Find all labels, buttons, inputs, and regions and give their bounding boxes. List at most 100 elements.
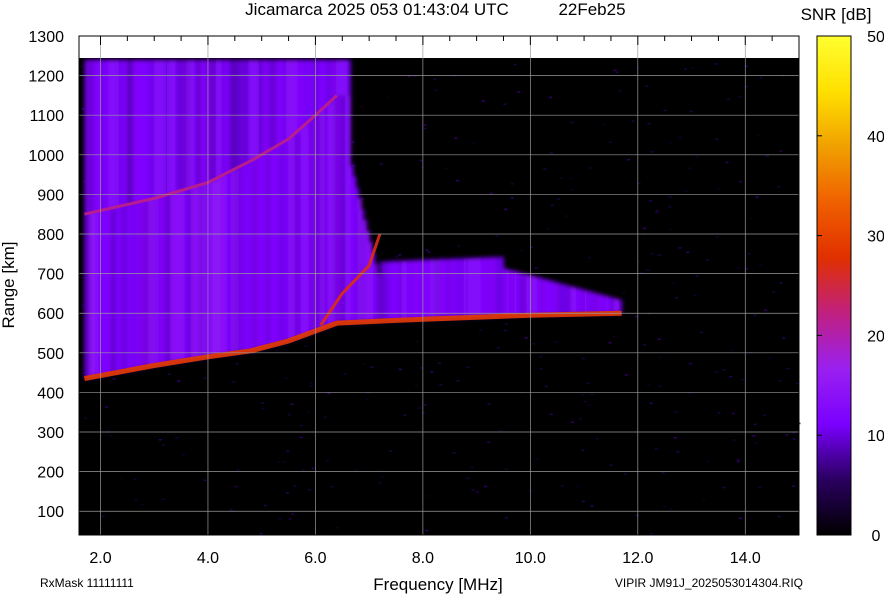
noise-speckle-dot <box>423 404 427 406</box>
y-tick-label: 600 <box>37 306 64 323</box>
noise-speckle-dot <box>668 206 672 208</box>
noise-speckle-dot <box>203 479 207 481</box>
noise-speckle-dot <box>503 103 507 105</box>
noise-speckle-dot <box>534 458 538 460</box>
noise-speckle-dot <box>622 291 626 294</box>
noise-speckle-dot <box>657 338 661 340</box>
noise-speckle-dot <box>379 163 383 165</box>
noise-speckle-dot <box>311 467 315 470</box>
noise-speckle-dot <box>106 429 110 431</box>
noise-speckle-dot <box>722 486 726 489</box>
x-axis-label: Frequency [MHz] <box>373 575 502 594</box>
noise-speckle-dot <box>456 179 460 182</box>
noise-speckle-dot <box>278 518 282 520</box>
noise-speckle-dot <box>792 485 795 487</box>
noise-speckle-dot <box>586 382 590 384</box>
noise-speckle-dot <box>741 378 745 381</box>
noise-speckle-dot <box>661 472 665 474</box>
noise-speckle-dot <box>571 188 575 191</box>
noise-speckle-dot <box>657 254 661 257</box>
noise-speckle-dot <box>609 464 613 466</box>
noise-speckle-dot <box>631 120 635 122</box>
noise-speckle-dot <box>275 349 279 352</box>
noise-speckle-dot <box>688 167 692 169</box>
noise-speckle-dot <box>389 450 392 452</box>
noise-speckle-dot <box>777 186 781 188</box>
noise-speckle-dot <box>423 124 427 126</box>
noise-speckle-dot <box>496 346 500 349</box>
colorbar-label: SNR [dB] <box>801 5 872 24</box>
source-file-label: VIPIR JM91J_2025053014304.RIQ <box>615 576 803 590</box>
noise-speckle-dot <box>716 188 720 190</box>
noise-speckle-dot <box>570 421 574 423</box>
noise-speckle-dot <box>423 127 427 130</box>
noise-speckle-dot <box>134 498 138 501</box>
noise-speckle-dot <box>655 210 659 212</box>
noise-speckle-dot <box>101 515 105 518</box>
ionogram-chart: Jicamarca 2025 053 01:43:04 UTC 22Feb25 … <box>0 0 884 594</box>
y-tick-label: 300 <box>37 425 64 442</box>
noise-speckle-dot <box>646 269 650 271</box>
noise-speckle-dot <box>691 67 695 69</box>
noise-speckle-dot <box>650 252 654 255</box>
noise-speckle-dot <box>581 357 585 360</box>
noise-speckle-dot <box>693 294 697 297</box>
noise-speckle-dot <box>686 251 690 254</box>
noise-speckle-dot <box>510 197 514 199</box>
noise-speckle-dot <box>569 177 573 180</box>
noise-speckle-dot <box>637 182 641 185</box>
noise-speckle-dot <box>627 159 630 161</box>
noise-speckle-dot <box>753 423 757 426</box>
noise-speckle-dot <box>395 255 399 258</box>
noise-speckle-dot <box>584 400 587 403</box>
noise-speckle-dot <box>430 371 434 373</box>
noise-speckle-dot <box>286 492 289 494</box>
noise-speckle-dot <box>362 363 366 365</box>
noise-speckle-dot <box>495 235 499 237</box>
noise-speckle-dot <box>121 477 125 480</box>
noise-speckle-dot <box>487 403 491 405</box>
noise-speckle-dot <box>415 341 419 343</box>
noise-speckle-dot <box>277 461 281 463</box>
noise-speckle-dot <box>302 468 305 471</box>
noise-speckle-dot <box>699 331 703 334</box>
noise-speckle-dot <box>483 485 487 488</box>
chart-title: Jicamarca 2025 053 01:43:04 UTC <box>245 0 509 19</box>
noise-speckle-dot <box>559 177 563 179</box>
noise-speckle-dot <box>588 256 592 259</box>
noise-speckle-dot <box>650 151 654 153</box>
noise-speckle-dot <box>655 211 658 214</box>
noise-speckle-dot <box>435 89 439 91</box>
noise-speckle-dot <box>482 100 485 102</box>
noise-speckle-dot <box>235 362 239 365</box>
noise-speckle-dot <box>549 152 553 154</box>
y-tick-label: 800 <box>37 227 64 244</box>
noise-speckle-dot <box>647 122 651 125</box>
noise-speckle-dot <box>504 517 508 519</box>
noise-speckle-dot <box>549 413 553 416</box>
noise-speckle-dot <box>524 337 528 339</box>
noise-speckle-dot <box>519 249 523 251</box>
noise-speckle-dot <box>717 412 721 414</box>
noise-speckle-dot <box>749 217 753 220</box>
noise-speckle-dot <box>543 168 547 170</box>
noise-speckle-dot <box>365 398 369 400</box>
noise-speckle-dot <box>307 489 311 491</box>
noise-speckle-dot <box>645 85 649 87</box>
noise-speckle-dot <box>689 110 693 113</box>
noise-speckle-dot <box>290 403 294 405</box>
noise-speckle-dot <box>669 141 673 144</box>
noise-speckle-dot <box>203 377 207 379</box>
noise-speckle-dot <box>565 215 569 217</box>
y-tick-label: 1300 <box>28 29 64 46</box>
noise-speckle-dot <box>327 392 331 395</box>
noise-speckle-dot <box>695 156 699 158</box>
noise-speckle-dot <box>792 432 796 434</box>
noise-speckle-dot <box>470 466 474 468</box>
noise-speckle-dot <box>456 380 460 382</box>
noise-speckle-dot <box>785 434 789 436</box>
noise-speckle-dot <box>161 444 165 446</box>
noise-speckle-dot <box>739 180 742 183</box>
noise-speckle-dot <box>649 532 653 535</box>
noise-speckle-dot <box>579 417 583 420</box>
